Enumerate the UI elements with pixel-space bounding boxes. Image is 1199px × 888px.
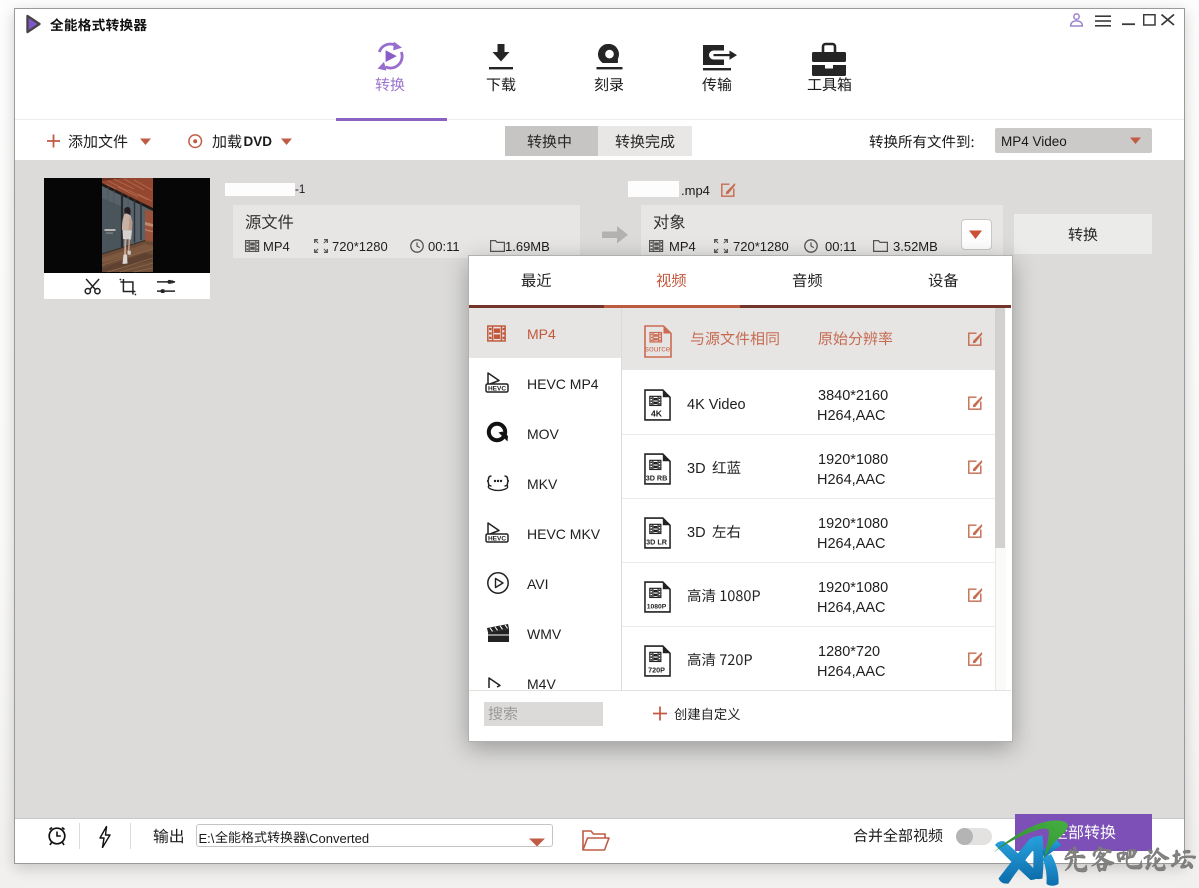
svg-text:3D LR: 3D LR (646, 538, 668, 547)
svg-text:HEVC: HEVC (488, 536, 506, 543)
svg-text:4K: 4K (651, 409, 663, 419)
svg-text:1080P: 1080P (647, 604, 667, 611)
svg-text:3D RB: 3D RB (646, 474, 668, 483)
svg-text:HEVC: HEVC (488, 386, 506, 393)
svg-text:source: source (645, 344, 671, 354)
svg-text:720P: 720P (648, 666, 665, 675)
